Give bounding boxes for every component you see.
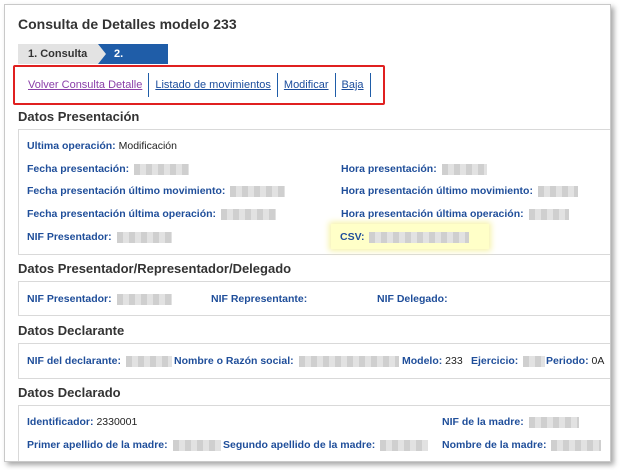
section-title-presentacion: Datos Presentación bbox=[18, 109, 140, 124]
csv-label: CSV: bbox=[340, 231, 365, 243]
csv-field: CSV: bbox=[340, 231, 470, 243]
identificador-field: Identificador: 2330001 bbox=[27, 416, 137, 428]
modelo-value: 233 bbox=[445, 355, 463, 367]
page-title: Consulta de Detalles modelo 233 bbox=[18, 16, 237, 32]
hora-presentacion-field: Hora presentación: bbox=[341, 163, 487, 175]
redacted-value bbox=[528, 416, 579, 428]
nif-presentador-label: NIF Presentador: bbox=[27, 231, 112, 243]
hora-ultima-op-field: Hora presentación última operación: bbox=[341, 208, 569, 220]
redacted-value bbox=[134, 163, 190, 175]
main-window: Consulta de Detalles modelo 233 1. Consu… bbox=[4, 4, 611, 462]
ultima-operacion-label: Ultima operación: bbox=[27, 140, 116, 152]
delegado-nif-field: NIF Delegado: bbox=[377, 293, 448, 305]
delegado-nif-label: NIF Delegado: bbox=[377, 293, 448, 305]
nif-presentador-field: NIF Presentador: bbox=[27, 231, 172, 243]
representante-nif-label: NIF Representante: bbox=[211, 293, 308, 305]
nombre-madre-label: Nombre de la madre: bbox=[442, 439, 547, 451]
ejercicio-label: Ejercicio: bbox=[471, 355, 519, 367]
presentador-box: NIF Presentador: NIF Representante: NIF … bbox=[18, 281, 610, 316]
ultima-operacion-field: Ultima operación: Modificación bbox=[27, 140, 177, 152]
presentacion-box: Ultima operación: Modificación Fecha pre… bbox=[18, 129, 610, 255]
nombre-madre-field: Nombre de la madre: bbox=[442, 439, 602, 451]
declarante-nif-field: NIF del declarante: bbox=[27, 355, 172, 367]
primer-apellido-label: Primer apellido de la madre: bbox=[27, 439, 168, 451]
wizard-steps: 1. Consulta 2. Detalle bbox=[18, 44, 168, 80]
redacted-value bbox=[369, 231, 470, 243]
volver-consulta-link[interactable]: Volver Consulta Detalle bbox=[25, 73, 150, 97]
nombre-razon-label: Nombre o Razón social: bbox=[174, 355, 294, 367]
ejercicio-field: Ejercicio: bbox=[471, 355, 546, 367]
section-title-declarante: Datos Declarante bbox=[18, 323, 125, 338]
periodo-value: 0A bbox=[591, 355, 605, 367]
modificar-link[interactable]: Modificar bbox=[278, 73, 336, 97]
identificador-label: Identificador: bbox=[27, 416, 94, 428]
presentador-nif-label: NIF Presentador: bbox=[27, 293, 112, 305]
fecha-ultima-op-field: Fecha presentación última operación: bbox=[27, 208, 276, 220]
hora-ultimo-mov-label: Hora presentación último movimiento: bbox=[341, 185, 533, 197]
fecha-presentacion-label: Fecha presentación: bbox=[27, 163, 130, 175]
hora-ultima-op-label: Hora presentación última operación: bbox=[341, 208, 524, 220]
redacted-value bbox=[172, 439, 221, 451]
redacted-value bbox=[220, 208, 276, 220]
nombre-razon-field: Nombre o Razón social: bbox=[174, 355, 399, 367]
redacted-value bbox=[523, 355, 546, 367]
declarante-nif-label: NIF del declarante: bbox=[27, 355, 121, 367]
declarado-box: Identificador: 2330001 NIF de la madre: … bbox=[18, 405, 610, 461]
representante-nif-field: NIF Representante: bbox=[211, 293, 307, 305]
section-title-declarado: Datos Declarado bbox=[18, 385, 121, 400]
step-detalle: 2. Detalle bbox=[98, 44, 168, 80]
segundo-apellido-field: Segundo apellido de la madre: bbox=[223, 439, 429, 451]
periodo-label: Periodo: bbox=[546, 355, 589, 367]
step-consulta[interactable]: 1. Consulta bbox=[18, 44, 106, 64]
fecha-ultima-op-label: Fecha presentación última operación: bbox=[27, 208, 217, 220]
segundo-apellido-label: Segundo apellido de la madre: bbox=[223, 439, 376, 451]
redacted-value bbox=[125, 355, 172, 367]
step-arrow bbox=[98, 44, 106, 64]
nif-madre-label: NIF de la madre: bbox=[442, 416, 524, 428]
modelo-label: Modelo: bbox=[402, 355, 443, 367]
fecha-ultimo-mov-label: Fecha presentación último movimiento: bbox=[27, 185, 226, 197]
periodo-field: Periodo: 0A bbox=[546, 355, 604, 367]
redacted-value bbox=[441, 163, 487, 175]
redacted-value bbox=[116, 293, 172, 305]
hora-ultimo-mov-field: Hora presentación último movimiento: bbox=[341, 185, 578, 197]
fecha-ultimo-mov-field: Fecha presentación último movimiento: bbox=[27, 185, 286, 197]
primer-apellido-field: Primer apellido de la madre: bbox=[27, 439, 221, 451]
redacted-value bbox=[380, 439, 429, 451]
redacted-value bbox=[551, 439, 602, 451]
baja-link[interactable]: Baja bbox=[336, 73, 371, 97]
listado-movimientos-link[interactable]: Listado de movimientos bbox=[149, 73, 278, 97]
fecha-presentacion-field: Fecha presentación: bbox=[27, 163, 190, 175]
modelo-field: Modelo: 233 bbox=[402, 355, 463, 367]
identificador-value: 2330001 bbox=[96, 416, 138, 428]
section-title-presentador: Datos Presentador/Representador/Delegado bbox=[18, 261, 292, 276]
hora-presentacion-label: Hora presentación: bbox=[341, 163, 437, 175]
declarante-box: NIF del declarante: Nombre o Razón socia… bbox=[18, 343, 610, 379]
presentador-nif-field: NIF Presentador: bbox=[27, 293, 172, 305]
redacted-value bbox=[298, 355, 399, 367]
ultima-operacion-value: Modificación bbox=[118, 140, 177, 152]
redacted-value bbox=[537, 185, 578, 197]
actions-bar: Volver Consulta Detalle Listado de movim… bbox=[13, 65, 385, 105]
redacted-value bbox=[230, 185, 286, 197]
nif-madre-field: NIF de la madre: bbox=[442, 416, 579, 428]
redacted-value bbox=[116, 231, 172, 243]
redacted-value bbox=[528, 208, 569, 220]
